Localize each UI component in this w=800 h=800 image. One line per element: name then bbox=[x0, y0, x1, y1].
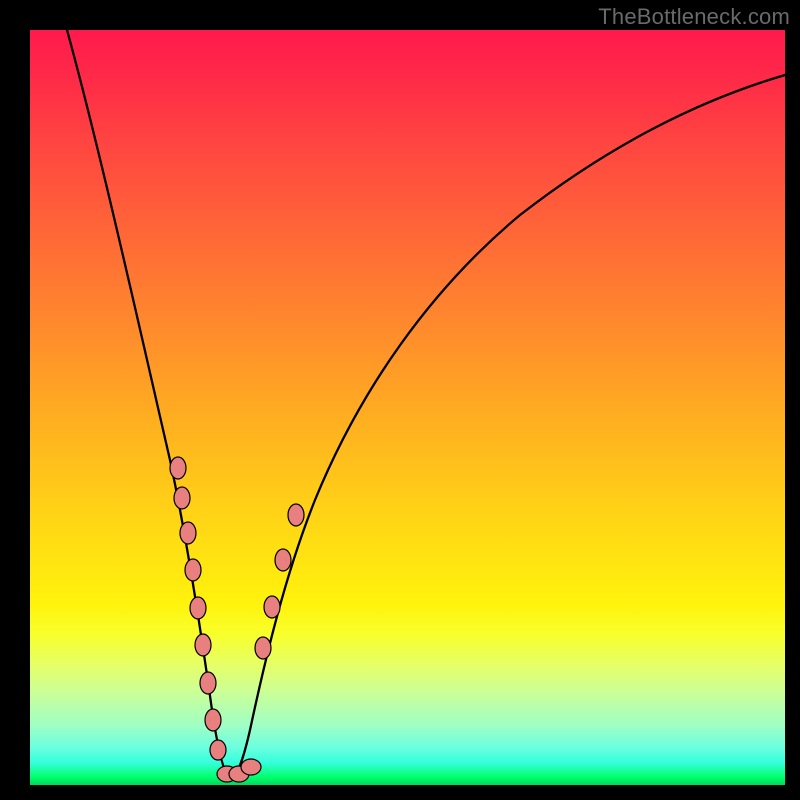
chart-frame: TheBottleneck.com bbox=[0, 0, 800, 800]
plot-area bbox=[30, 30, 785, 785]
watermark-text: TheBottleneck.com bbox=[598, 4, 790, 30]
beads-bottom bbox=[217, 759, 261, 782]
curve-path bbox=[67, 30, 785, 778]
bottleneck-curve bbox=[30, 30, 785, 785]
beads-right bbox=[255, 504, 304, 659]
beads-left bbox=[170, 457, 226, 760]
